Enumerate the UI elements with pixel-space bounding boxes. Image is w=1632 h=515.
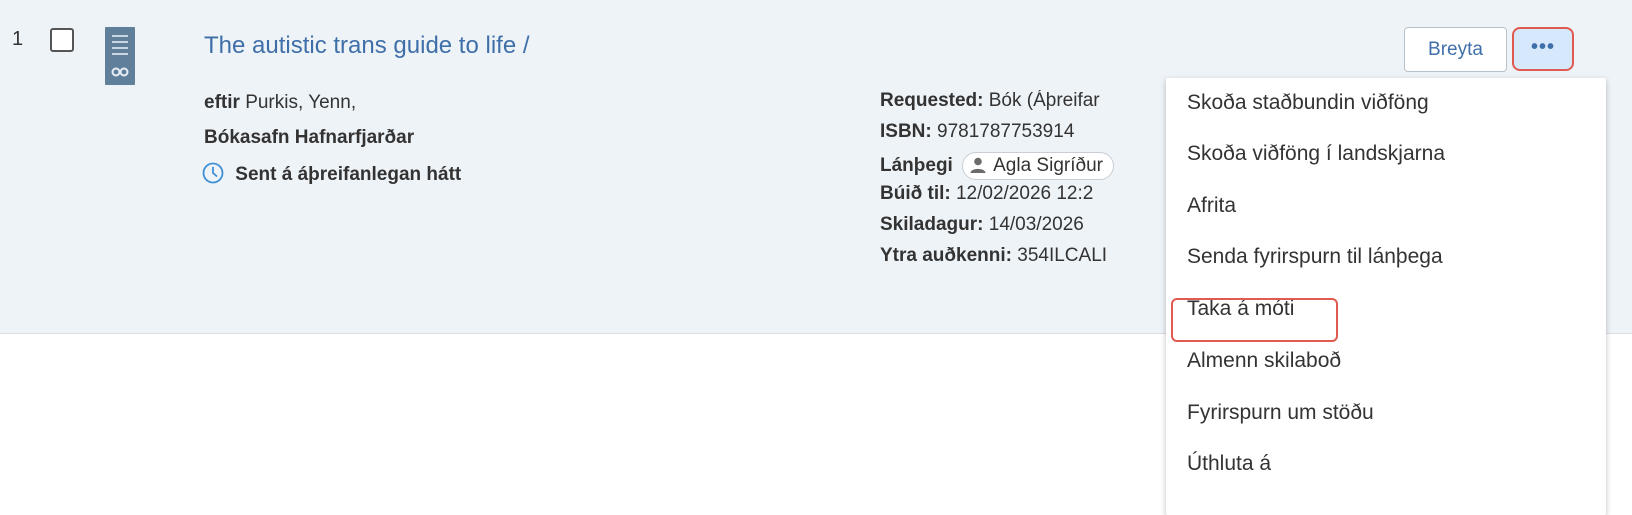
edit-button[interactable]: Breyta bbox=[1404, 27, 1507, 72]
external-id-label: Ytra auðkenni: bbox=[880, 245, 1012, 266]
created-label: Búið til: bbox=[880, 183, 951, 204]
external-id-value: 354ILCALI bbox=[1017, 245, 1108, 266]
due-value: 14/03/2026 bbox=[988, 214, 1084, 235]
menu-item-status-query[interactable]: Fyrirspurn um stöðu bbox=[1166, 388, 1606, 438]
patron-label: Lánþegi bbox=[880, 155, 953, 176]
requested-line: Requested: Bók (Áþreifar bbox=[880, 90, 1170, 121]
due-line: Skiladagur: 14/03/2026 bbox=[880, 214, 1170, 245]
patron-chip[interactable]: Agla Sigríður bbox=[962, 152, 1114, 180]
menu-item-view-local-resources[interactable]: Skoða staðbundin viðföng bbox=[1166, 78, 1606, 128]
menu-item-general-message[interactable]: Almenn skilaboð bbox=[1166, 336, 1606, 386]
requested-label: Requested: bbox=[880, 90, 984, 111]
patron-line: Lánþegi Agla Sigríður bbox=[880, 152, 1170, 183]
isbn-value: 9781787753914 bbox=[937, 121, 1075, 142]
more-actions-button[interactable]: ••• bbox=[1512, 27, 1574, 71]
due-label: Skiladagur: bbox=[880, 214, 984, 235]
menu-item-query-patron[interactable]: Senda fyrirspurn til lánþega bbox=[1166, 232, 1606, 282]
requested-value: Bók (Áþreifar bbox=[988, 90, 1100, 111]
menu-item-assign-to[interactable]: Úthluta á bbox=[1166, 439, 1606, 489]
created-line: Búið til: 12/02/2026 12:2 bbox=[880, 183, 1170, 214]
menu-item-view-national-resources[interactable]: Skoða viðföng í landskjarna bbox=[1166, 129, 1606, 179]
status-text: Sent á áþreifanlegan hátt bbox=[235, 164, 462, 185]
author-value: Purkis, Yenn, bbox=[245, 92, 357, 113]
created-value: 12/02/2026 12:2 bbox=[955, 183, 1094, 204]
isbn-label: ISBN: bbox=[880, 121, 932, 142]
actions-menu: Skoða staðbundin viðföng Skoða viðföng í… bbox=[1166, 78, 1606, 515]
row-number: 1 bbox=[12, 28, 24, 50]
isbn-line: ISBN: 9781787753914 bbox=[880, 121, 1170, 152]
request-details: Requested: Bók (Áþreifar ISBN: 978178775… bbox=[880, 90, 1170, 276]
receive-highlight-outline bbox=[1171, 298, 1338, 342]
menu-item-duplicate[interactable]: Afrita bbox=[1166, 181, 1606, 231]
library-name: Bókasafn Hafnarfjarðar bbox=[204, 127, 415, 148]
patron-name: Agla Sigríður bbox=[993, 155, 1103, 176]
author-label: eftir bbox=[204, 92, 240, 113]
cover-text-lines bbox=[112, 35, 128, 59]
book-cover-thumbnail[interactable] bbox=[105, 27, 135, 85]
status-line: Sent á áþreifanlegan hátt bbox=[202, 162, 461, 186]
author-line: eftir Purkis, Yenn, bbox=[204, 92, 356, 114]
infinity-logo-icon bbox=[111, 67, 129, 77]
clock-icon bbox=[202, 162, 224, 184]
item-title-link[interactable]: The autistic trans guide to life / bbox=[204, 32, 530, 60]
external-id-line: Ytra auðkenni: 354ILCALI bbox=[880, 245, 1170, 276]
user-icon bbox=[970, 157, 986, 173]
row-select-checkbox[interactable] bbox=[50, 28, 74, 52]
